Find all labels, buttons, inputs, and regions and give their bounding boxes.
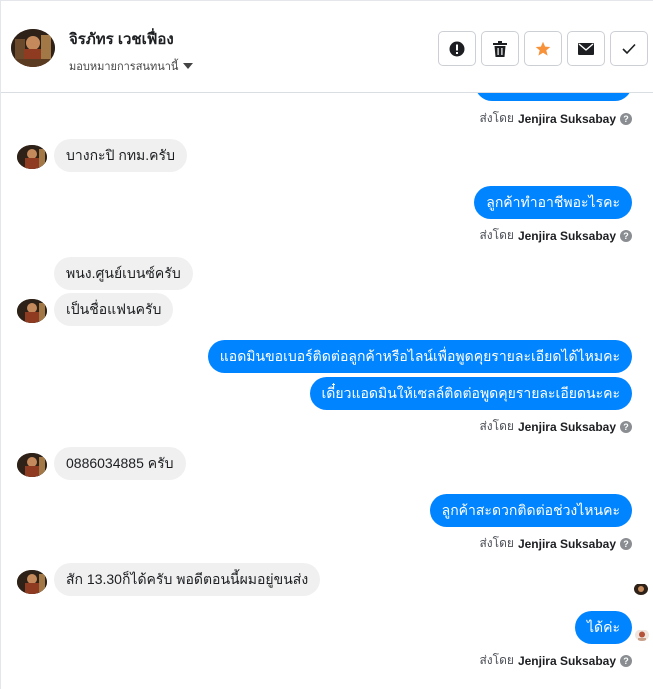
mark-unread-button[interactable] — [567, 31, 605, 66]
mark-spam-button[interactable] — [438, 31, 476, 66]
customer-name: จิรภัทร เวชเฟื่อง — [69, 31, 174, 48]
mail-icon — [578, 42, 594, 55]
sent-by-label: ส่งโดย Jenjira Suksabay? — [479, 417, 632, 436]
help-icon[interactable]: ? — [620, 112, 632, 125]
conversation-panel: จิรภัทร เวชเฟื่อง มอบหมายการสนทนานี้ ส่ง… — [0, 0, 653, 689]
message-bubble-incoming: เป็นชื่อแฟนครับ — [54, 293, 174, 326]
message-bubble-outgoing: เดี๋ยวแอดมินให้เซลล์ติดต่อพูดคุยรายละเอี… — [309, 377, 632, 410]
message-list[interactable]: ส่งโดย Jenjira Suksabay? บางกะปิ กทม.ครับ… — [1, 93, 653, 689]
customer-avatar-small — [17, 145, 47, 169]
caret-down-icon — [183, 63, 194, 69]
check-icon — [622, 43, 636, 54]
mark-done-button[interactable] — [610, 31, 648, 66]
star-icon — [535, 41, 551, 56]
message-bubble-outgoing: ลูกค้าสะดวกติดต่อช่วงไหนคะ — [429, 494, 632, 527]
header-actions — [438, 31, 648, 66]
trash-icon — [493, 40, 507, 57]
alert-icon — [449, 41, 465, 56]
message-bubble-outgoing: ลูกค้าทำอาชีพอะไรคะ — [474, 186, 632, 219]
help-icon[interactable]: ? — [620, 420, 632, 433]
sent-by-label: ส่งโดย Jenjira Suksabay? — [479, 109, 632, 128]
message-bubble-outgoing: ได้ค่ะ — [574, 611, 632, 644]
customer-avatar-small — [17, 570, 47, 594]
conversation-header: จิรภัทร เวชเฟื่อง มอบหมายการสนทนานี้ — [1, 1, 653, 93]
assign-label: มอบหมายการสนทนานี้ — [69, 61, 179, 73]
customer-avatar[interactable] — [11, 29, 55, 67]
agent-avatar — [635, 629, 649, 641]
sent-by-label: ส่งโดย Jenjira Suksabay? — [479, 534, 632, 553]
delete-button[interactable] — [481, 31, 519, 66]
help-icon[interactable]: ? — [620, 229, 632, 242]
star-button[interactable] — [524, 31, 562, 66]
customer-avatar-small — [17, 453, 47, 477]
message-bubble-incoming: พนง.ศูนย์เบนซ์ครับ — [54, 257, 193, 290]
help-icon[interactable]: ? — [620, 654, 632, 667]
message-bubble-outgoing — [475, 93, 632, 101]
help-icon[interactable]: ? — [620, 537, 632, 550]
message-bubble-incoming: 0886034885 ครับ — [54, 447, 186, 480]
read-receipt-avatar — [634, 583, 648, 595]
sent-by-label: ส่งโดย Jenjira Suksabay? — [479, 226, 632, 245]
message-bubble-incoming: สัก 13.30ก็ได้ครับ พอดีตอนนี้ผมอยู่ขนส่ง — [54, 563, 321, 596]
message-bubble-outgoing: แอดมินขอเบอร์ติดต่อลูกค้าหรือไลน์เพื่อพู… — [207, 340, 632, 373]
assign-conversation-dropdown[interactable]: มอบหมายการสนทนานี้ — [69, 57, 194, 75]
customer-avatar-small — [17, 299, 47, 323]
sent-by-label: ส่งโดย Jenjira Suksabay? — [479, 651, 632, 670]
message-bubble-incoming: บางกะปิ กทม.ครับ — [54, 139, 187, 172]
